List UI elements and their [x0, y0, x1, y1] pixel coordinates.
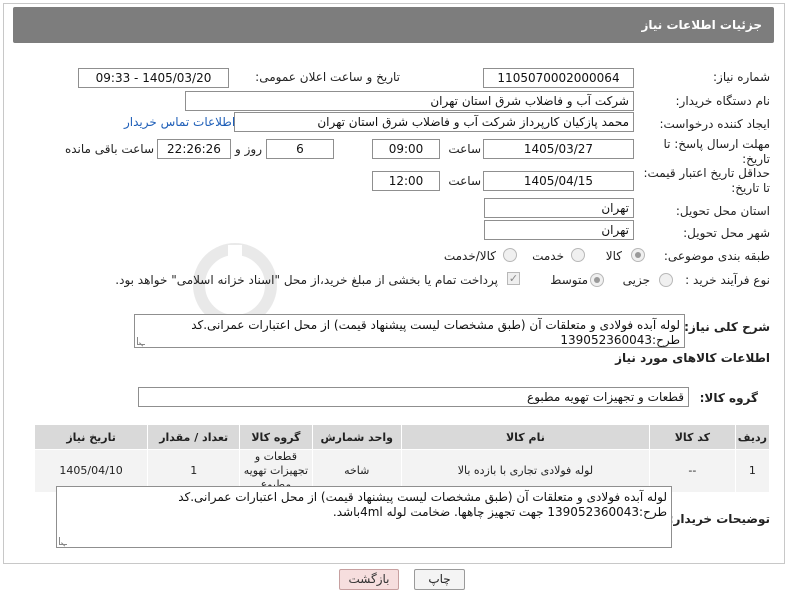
announce-datetime-field: 1405/03/20 - 09:33 — [78, 68, 229, 88]
column-header-date: تاریخ نیاز — [33, 424, 149, 450]
validity-label: حداقل تاریخ اعتبار قیمت: — [643, 166, 770, 180]
category-option-both: کالا/خدمت — [443, 249, 496, 263]
buyer-notes-text: لوله آبده فولادی و متعلقات آن (طبق مشخصا… — [178, 490, 667, 519]
deadline-label: مهلت ارسال پاسخ: تا — [663, 137, 770, 151]
process-label: نوع فرآیند خرید : — [685, 273, 770, 287]
category-radio-both[interactable] — [503, 248, 517, 262]
goods-group-field: قطعات و تجهیزات تهویه مطبوع — [138, 387, 689, 407]
days-label: روز و — [235, 142, 262, 156]
validity-date-field: 1405/04/15 — [483, 171, 634, 191]
category-radio-goods[interactable] — [631, 248, 645, 262]
need-number-label: شماره نیاز: — [713, 70, 770, 84]
buyer-org-field: شرکت آب و فاضلاب شرق استان تهران — [185, 91, 634, 111]
column-header-row-number: ردیف — [734, 424, 771, 450]
print-button[interactable]: چاپ — [414, 569, 465, 590]
deadline-date-field: 1405/03/27 — [483, 139, 634, 159]
payment-checkbox[interactable]: ✓ — [507, 272, 520, 285]
goods-table: ردیف کد کالا نام کالا واحد شمارش گروه کا… — [33, 424, 771, 493]
deadline-label-date: تاریخ: — [742, 152, 770, 166]
process-option-minor: جزیی — [622, 273, 650, 287]
province-label: استان محل تحویل: — [675, 204, 770, 218]
column-header-name: نام کالا — [400, 424, 650, 450]
category-radio-service[interactable] — [571, 248, 585, 262]
deadline-time-field: 09:00 — [372, 139, 440, 159]
announce-label: تاریخ و ساعت اعلان عمومی: — [255, 70, 400, 84]
column-header-group: گروه کالا — [239, 424, 313, 450]
buyer-org-label: نام دستگاه خریدار: — [675, 94, 771, 108]
process-radio-minor[interactable] — [659, 273, 673, 287]
column-header-unit: واحد شمارش — [311, 424, 402, 450]
cell-row-number: 1 — [734, 449, 771, 493]
remaining-label: ساعت باقی مانده — [64, 142, 154, 156]
description-textarea[interactable]: لوله آبده فولادی و متعلقات آن (طبق مشخصا… — [134, 314, 685, 348]
deadline-time-label: ساعت — [448, 142, 481, 156]
buyer-notes-label: توضیحات خریدار: — [668, 512, 770, 526]
goods-section-title: اطلاعات کالاهای مورد نیاز — [615, 351, 770, 365]
remaining-time-field: 22:26:26 — [157, 139, 231, 159]
creator-field: محمد پازکیان کارپرداز شرکت آب و فاضلاب ش… — [234, 112, 634, 132]
need-number-field: 1105070002000064 — [483, 68, 634, 88]
back-button[interactable]: بازگشت — [339, 569, 399, 590]
category-option-service: خدمت — [532, 249, 564, 263]
category-label: طبقه بندی موضوعی: — [663, 249, 770, 263]
column-header-code: کد کالا — [648, 424, 736, 450]
days-field: 6 — [266, 139, 334, 159]
city-label: شهر محل تحویل: — [683, 226, 770, 240]
category-option-goods: کالا — [605, 249, 622, 263]
column-header-qty: تعداد / مقدار — [147, 424, 241, 450]
city-field: تهران — [484, 220, 634, 240]
creator-label: ایجاد کننده درخواست: — [659, 117, 770, 131]
page-title: جزئیات اطلاعات نیاز — [13, 7, 774, 43]
description-label: شرح کلی نیاز: — [684, 320, 770, 334]
validity-time-label: ساعت — [448, 174, 481, 188]
validity-label-date: تا تاریخ: — [731, 181, 770, 195]
description-text: لوله آبده فولادی و متعلقات آن (طبق مشخصا… — [191, 318, 680, 347]
resize-handle[interactable] — [59, 537, 67, 545]
resize-handle[interactable] — [137, 337, 145, 345]
contact-buyer-link[interactable]: اطلاعات تماس خریدار — [124, 115, 235, 129]
goods-group-label: گروه کالا: — [699, 391, 758, 405]
process-option-medium: متوسط — [550, 273, 588, 287]
validity-time-field: 12:00 — [372, 171, 440, 191]
buyer-notes-textarea[interactable]: لوله آبده فولادی و متعلقات آن (طبق مشخصا… — [56, 486, 672, 548]
table-header-row: ردیف کد کالا نام کالا واحد شمارش گروه کا… — [33, 424, 771, 450]
process-radio-medium[interactable] — [590, 273, 604, 287]
payment-note: پرداخت تمام یا بخشی از مبلغ خرید،از محل … — [115, 273, 498, 287]
province-field: تهران — [484, 198, 634, 218]
